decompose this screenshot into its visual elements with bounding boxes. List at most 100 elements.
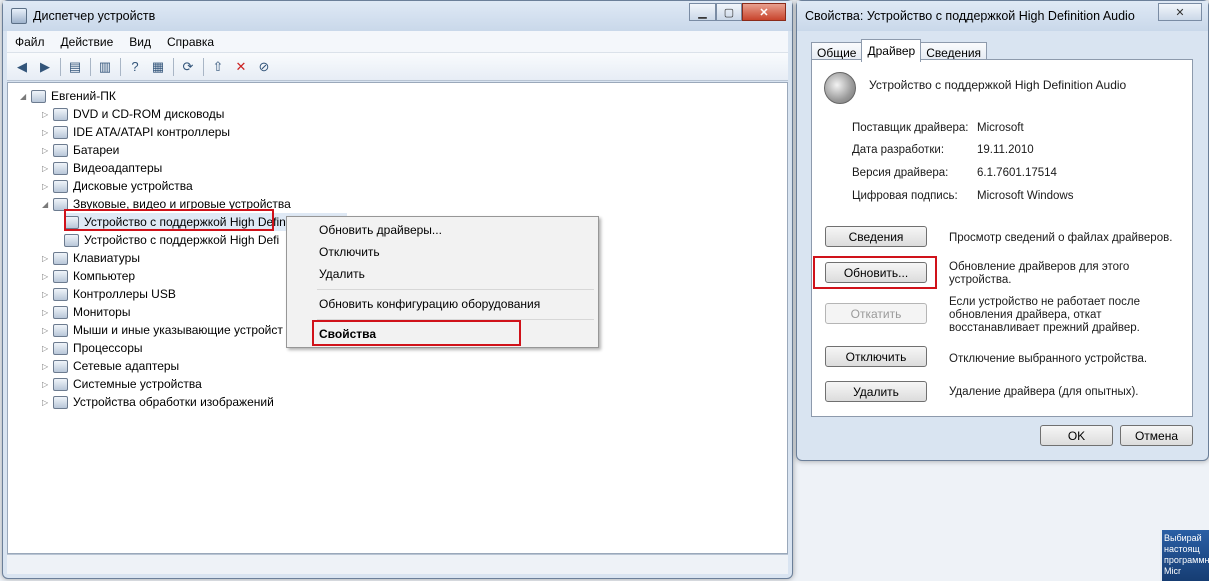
tree-label: Видеоадаптеры — [73, 161, 163, 175]
driver-details-desc: Просмотр сведений о файлах драйверов. — [949, 232, 1173, 244]
tab-driver[interactable]: Драйвер — [861, 39, 922, 62]
menu-file[interactable]: Файл — [7, 35, 53, 49]
show-hide-tree-icon[interactable]: ▤ — [64, 57, 86, 77]
expand-arrow-icon[interactable]: ▷ — [42, 146, 51, 155]
menu-view[interactable]: Вид — [121, 35, 159, 49]
dialog-title: Свойства: Устройство с поддержкой High D… — [805, 9, 1135, 23]
minimize-button[interactable]: ▁ — [689, 3, 716, 21]
corner-advert[interactable]: Выбирай настоящ программное Micr — [1160, 530, 1209, 581]
dialog-close-button[interactable]: ✕ — [1158, 3, 1202, 21]
computer-icon — [53, 269, 68, 283]
tree-item[interactable]: ▷ Контроллеры USB — [42, 285, 176, 303]
tree-item[interactable]: ▷ Клавиатуры — [42, 249, 140, 267]
toolbar-separator — [203, 57, 204, 76]
tree-item[interactable]: ▷ Процессоры — [42, 339, 143, 357]
disable-device-desc: Отключение выбранного устройства. — [949, 353, 1148, 365]
highlight-frame — [64, 209, 274, 231]
device-manager-icon — [11, 8, 27, 24]
toolbar: ◀ ▶ ▤ ▥ ? ▦ ⟳ ⇧ ✕ ⊘ — [7, 53, 788, 81]
dialog-controls: ✕ — [1158, 3, 1202, 21]
rollback-driver-button[interactable]: Откатить — [825, 303, 927, 324]
tree-item[interactable]: ▷ Дисковые устройства — [42, 177, 193, 195]
uninstall-icon[interactable]: ✕ — [230, 57, 252, 77]
expand-arrow-icon[interactable]: ▷ — [42, 380, 51, 389]
rollback-driver-desc: Если устройство не работает после обновл… — [949, 296, 1141, 334]
properties-dialog: Свойства: Устройство с поддержкой High D… — [796, 0, 1209, 461]
tree-item[interactable]: ▷ Компьютер — [42, 267, 135, 285]
system-device-icon — [53, 377, 68, 391]
expand-arrow-icon[interactable]: ▷ — [42, 326, 51, 335]
disk-drive-icon — [53, 179, 68, 193]
dialog-titlebar[interactable]: Свойства: Устройство с поддержкой High D… — [797, 1, 1208, 31]
speaker-icon — [64, 233, 79, 247]
expand-arrow-icon[interactable]: ▷ — [42, 290, 51, 299]
forward-icon[interactable]: ▶ — [34, 57, 56, 77]
expand-arrow-icon[interactable]: ▷ — [42, 362, 51, 371]
expand-arrow-icon[interactable]: ▷ — [42, 272, 51, 281]
menu-help[interactable]: Справка — [159, 35, 222, 49]
menu-item-delete[interactable]: Удалить — [319, 267, 365, 281]
menu-item-scan-hardware[interactable]: Обновить конфигурацию оборудования — [319, 297, 540, 311]
network-adapter-icon — [53, 359, 68, 373]
expand-arrow-icon[interactable]: ▷ — [42, 344, 51, 353]
computer-icon — [31, 89, 46, 103]
driver-provider-value: Microsoft — [977, 122, 1024, 134]
driver-date-value: 19.11.2010 — [977, 144, 1034, 156]
tree-item[interactable]: ▷ Видеоадаптеры — [42, 159, 162, 177]
tree-label: Компьютер — [73, 269, 136, 283]
tree-item[interactable]: Устройство с поддержкой High Defi — [64, 231, 279, 249]
tree-item[interactable]: ▷ Мыши и иные указывающие устройст — [42, 321, 283, 339]
uninstall-driver-desc: Удаление драйвера (для опытных). — [949, 386, 1139, 398]
tree-item[interactable]: ▷ IDE ATA/ATAPI контроллеры — [42, 123, 230, 141]
back-icon[interactable]: ◀ — [11, 57, 33, 77]
tree-item[interactable]: ▷ Устройства обработки изображений — [42, 393, 274, 411]
disable-icon[interactable]: ⊘ — [253, 57, 275, 77]
uninstall-driver-button[interactable]: Удалить — [825, 381, 927, 402]
expand-arrow-icon[interactable]: ▷ — [42, 182, 51, 191]
display-adapter-icon — [53, 161, 68, 175]
expand-arrow-icon[interactable]: ▷ — [42, 308, 51, 317]
action-pane-icon[interactable]: ▦ — [147, 57, 169, 77]
close-button[interactable]: ✕ — [742, 3, 786, 21]
tree-label: Контроллеры USB — [73, 287, 176, 301]
scan-hardware-icon[interactable]: ⟳ — [177, 57, 199, 77]
driver-details-button[interactable]: Сведения — [825, 226, 927, 247]
driver-version-value: 6.1.7601.17514 — [977, 167, 1057, 179]
ok-button[interactable]: OK — [1040, 425, 1113, 446]
device-manager-titlebar[interactable]: Диспетчер устройств — [3, 1, 792, 31]
digital-signer-label: Цифровая подпись: — [852, 190, 958, 202]
tree-item[interactable]: ▷ Сетевые адаптеры — [42, 357, 179, 375]
driver-date-label: Дата разработки: — [852, 144, 945, 156]
expand-arrow-icon[interactable]: ▷ — [42, 254, 51, 263]
status-bar — [7, 554, 788, 574]
tree-label: Системные устройства — [73, 377, 202, 391]
tree-item[interactable]: ▷ Системные устройства — [42, 375, 202, 393]
tree-label: Клавиатуры — [73, 251, 140, 265]
menu-action[interactable]: Действие — [53, 35, 122, 49]
expand-arrow-icon[interactable]: ▷ — [42, 110, 51, 119]
highlight-frame — [312, 320, 521, 346]
maximize-button[interactable]: ▢ — [716, 3, 742, 21]
tree-item[interactable]: ▷ DVD и CD-ROM дисководы — [42, 105, 224, 123]
highlight-frame — [813, 256, 937, 289]
expand-arrow-icon[interactable]: ▷ — [42, 398, 51, 407]
collapse-arrow-icon[interactable]: ◢ — [20, 92, 29, 101]
cancel-button[interactable]: Отмена — [1120, 425, 1193, 446]
expand-arrow-icon[interactable]: ▷ — [42, 128, 51, 137]
menu-item-disable[interactable]: Отключить — [319, 245, 380, 259]
disable-device-button[interactable]: Отключить — [825, 346, 927, 367]
expand-arrow-icon[interactable]: ▷ — [42, 164, 51, 173]
menu-item-update-drivers[interactable]: Обновить драйверы... — [319, 223, 442, 237]
tree-root[interactable]: ◢ Евгений-ПК — [20, 87, 116, 105]
device-name: Устройство с поддержкой High Definition … — [869, 78, 1127, 92]
menu-bar: Файл Действие Вид Справка — [7, 31, 788, 53]
keyboard-icon — [53, 251, 68, 265]
window-controls: ▁ ▢ ✕ — [689, 3, 786, 21]
tree-item[interactable]: ▷ Батареи — [42, 141, 119, 159]
update-driver-icon[interactable]: ⇧ — [207, 57, 229, 77]
help-icon[interactable]: ? — [124, 57, 146, 77]
collapse-arrow-icon[interactable]: ◢ — [42, 200, 51, 209]
tree-item[interactable]: ▷ Мониторы — [42, 303, 130, 321]
driver-version-label: Версия драйвера: — [852, 167, 949, 179]
properties-icon[interactable]: ▥ — [94, 57, 116, 77]
